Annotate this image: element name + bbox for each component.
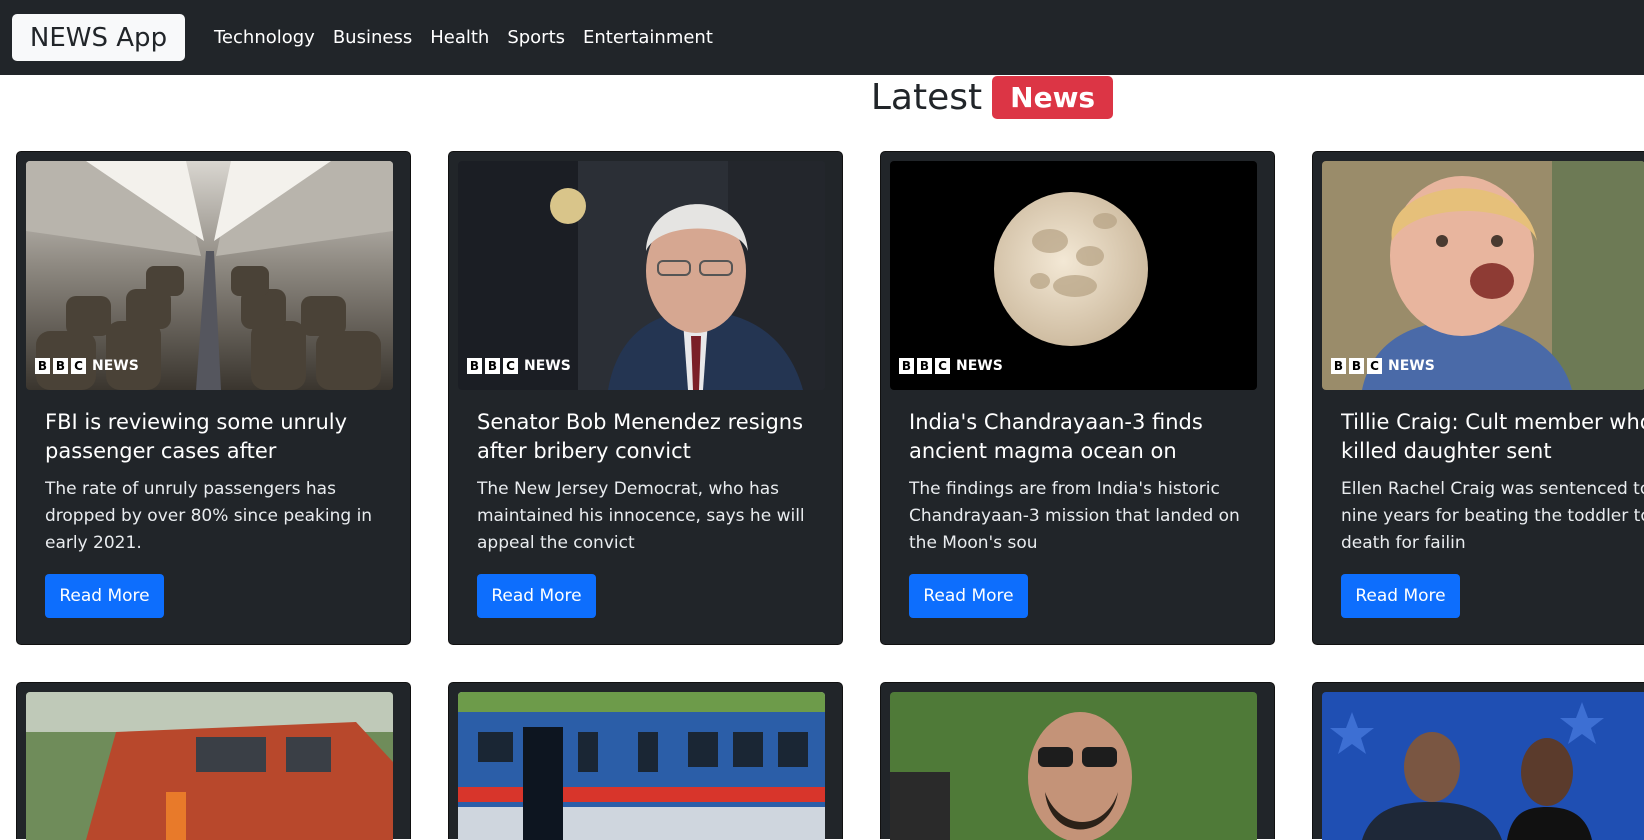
news-card: [16, 682, 411, 840]
news-image-blue-train: [458, 692, 825, 840]
news-image-stage-couple: [1322, 692, 1644, 840]
news-card: [1312, 682, 1644, 840]
news-card: B B C NEWS Tillie Craig: Cult member who…: [1312, 151, 1644, 645]
card-description: Ellen Rachel Craig was sentenced to nine…: [1341, 479, 1644, 553]
news-card: B B C NEWS India's Chandrayaan-3 finds a…: [880, 151, 1275, 645]
news-image-toddler-photo: B B C NEWS: [1322, 161, 1644, 390]
news-image-man-sunglasses: [890, 692, 1257, 840]
nav-link-technology[interactable]: Technology: [205, 27, 324, 48]
news-card: [448, 682, 843, 840]
nav-link-entertainment[interactable]: Entertainment: [574, 27, 722, 48]
news-image-senator-portrait: B B C NEWS: [458, 161, 825, 390]
bbc-news-logo: B B C NEWS: [899, 358, 1003, 374]
bbc-news-logo: B B C NEWS: [467, 358, 571, 374]
news-card: [880, 682, 1275, 840]
card-title: India's Chandrayaan-3 finds ancient magm…: [909, 410, 1203, 463]
nav-links: Technology Business Health Sports Entert…: [205, 27, 722, 48]
card-description: The New Jersey Democrat, who has maintai…: [477, 479, 805, 553]
brand-button[interactable]: NEWS App: [12, 14, 185, 61]
news-badge: News: [992, 76, 1114, 119]
card-description: The findings are from India's historic C…: [909, 479, 1240, 553]
page-title: Latest: [870, 77, 983, 118]
news-image-full-moon: B B C NEWS: [890, 161, 1257, 390]
nav-link-sports[interactable]: Sports: [498, 27, 574, 48]
news-image-airplane-cabin: B B C NEWS: [26, 161, 393, 390]
navbar: NEWS App Technology Business Health Spor…: [0, 0, 1644, 75]
nav-link-business[interactable]: Business: [324, 27, 421, 48]
card-description: The rate of unruly passengers has droppe…: [45, 479, 373, 553]
news-card: B B C NEWS Senator Bob Menendez resigns …: [448, 151, 843, 645]
bbc-news-logo: B B C NEWS: [1331, 358, 1435, 374]
read-more-button[interactable]: Read More: [909, 574, 1028, 618]
card-title: Senator Bob Menendez resigns after bribe…: [477, 410, 804, 463]
card-title: Tillie Craig: Cult member who killed dau…: [1341, 410, 1644, 463]
page-heading: Latest News: [0, 76, 1644, 119]
news-card: B B C NEWS FBI is reviewing some unruly …: [16, 151, 411, 645]
bbc-news-logo: B B C NEWS: [35, 358, 139, 374]
news-image-locomotive: [26, 692, 393, 840]
read-more-button[interactable]: Read More: [477, 574, 596, 618]
read-more-button[interactable]: Read More: [1341, 574, 1460, 618]
nav-link-health[interactable]: Health: [421, 27, 498, 48]
read-more-button[interactable]: Read More: [45, 574, 164, 618]
card-title: FBI is reviewing some unruly passenger c…: [45, 410, 348, 463]
